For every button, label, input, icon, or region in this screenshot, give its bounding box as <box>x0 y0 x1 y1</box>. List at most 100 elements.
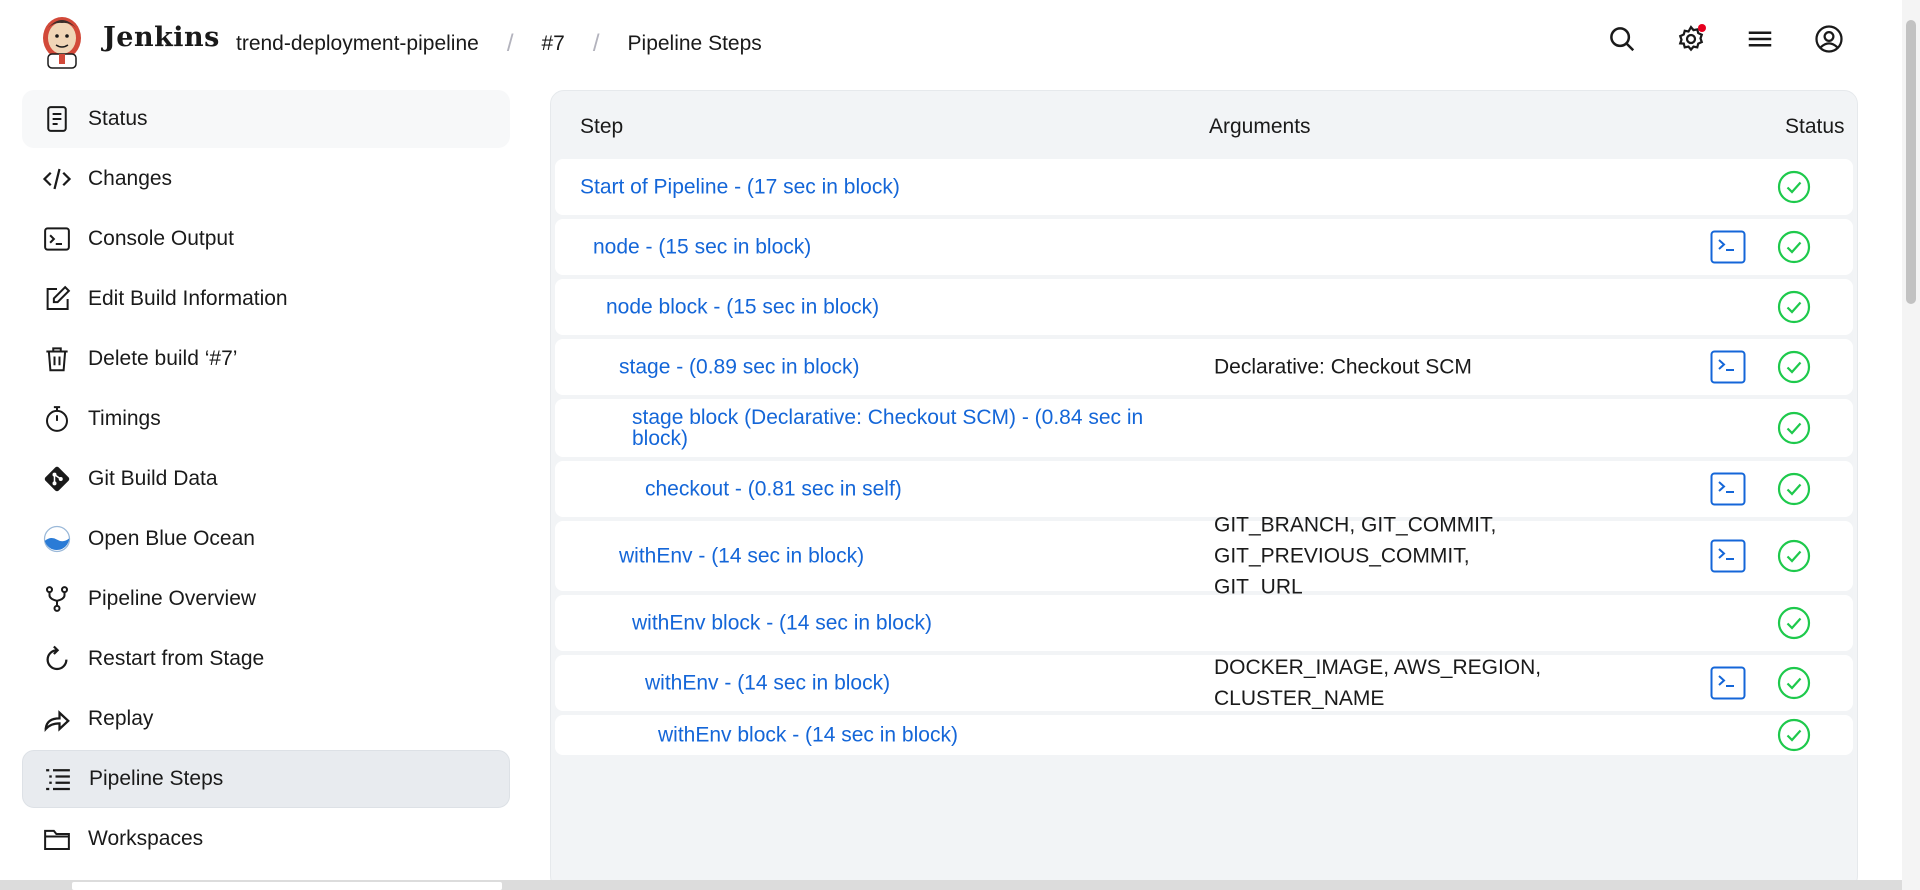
console-output-button[interactable] <box>1710 230 1746 264</box>
horizontal-scrollbar[interactable] <box>0 880 1902 890</box>
column-header-arguments: Arguments <box>1209 115 1311 138</box>
restart-icon <box>40 642 74 676</box>
stopwatch-icon <box>40 402 74 436</box>
sidebar-item-changes[interactable]: Changes <box>22 150 510 208</box>
success-status-icon[interactable] <box>1777 718 1811 752</box>
menu-icon <box>1745 24 1775 59</box>
check-circle-icon <box>1777 666 1811 700</box>
sidebar-item-status[interactable]: Status <box>22 90 510 148</box>
check-circle-icon <box>1777 350 1811 384</box>
console-output-button[interactable] <box>1710 350 1746 384</box>
column-header-status: Status <box>1785 115 1845 138</box>
sidebar-item-edit-build-information[interactable]: Edit Build Information <box>22 270 510 328</box>
step-link[interactable]: withEnv - (14 sec in block) <box>619 546 864 567</box>
table-row: stage - (0.89 sec in block) Declarative: … <box>555 339 1853 395</box>
breadcrumb-job[interactable]: trend-deployment-pipeline <box>236 32 479 56</box>
sidebar-item-label: Delete build ‘#7’ <box>88 347 238 370</box>
vertical-scrollbar-thumb[interactable] <box>1906 20 1916 304</box>
table-row: withEnv block - (14 sec in block) <box>555 715 1853 755</box>
trash-icon <box>40 342 74 376</box>
sidebar-item-label: Status <box>88 107 148 130</box>
code-icon <box>40 162 74 196</box>
sidebar-item-label: Timings <box>88 407 161 430</box>
sidebar-item-label: Edit Build Information <box>88 287 288 310</box>
app-brand[interactable]: Jenkins <box>103 22 220 53</box>
pipeline-fork-icon <box>40 582 74 616</box>
check-circle-icon <box>1777 472 1811 506</box>
step-link[interactable]: node - (15 sec in block) <box>593 237 811 258</box>
menu-button[interactable] <box>1743 24 1777 58</box>
jenkins-logo-icon[interactable] <box>40 14 84 70</box>
breadcrumb-separator: / <box>592 30 600 57</box>
sidebar-item-workspaces[interactable]: Workspaces <box>22 810 510 868</box>
success-status-icon[interactable] <box>1777 606 1811 640</box>
step-link[interactable]: node block - (15 sec in block) <box>606 297 879 318</box>
top-header: Jenkins trend-deployment-pipeline / #7 /… <box>0 0 1900 84</box>
status-icon <box>40 102 74 136</box>
sidebar-item-console-output[interactable]: Console Output <box>22 210 510 268</box>
table-row: withEnv - (14 sec in block) GIT_BRANCH, G… <box>555 514 1853 599</box>
step-link[interactable]: withEnv block - (14 sec in block) <box>632 613 932 634</box>
sidebar-item-pipeline-overview[interactable]: Pipeline Overview <box>22 570 510 628</box>
notification-dot <box>1698 24 1706 32</box>
console-output-button[interactable] <box>1710 472 1746 506</box>
success-status-icon[interactable] <box>1777 539 1811 573</box>
console-output-button[interactable] <box>1710 539 1746 573</box>
breadcrumb: trend-deployment-pipeline / #7 / Pipelin… <box>236 30 762 58</box>
horizontal-scrollbar-thumb[interactable] <box>72 882 502 890</box>
terminal-icon <box>40 222 74 256</box>
step-link[interactable]: checkout - (0.81 sec in self) <box>645 479 902 500</box>
terminal-icon <box>1710 350 1746 384</box>
step-link[interactable]: stage - (0.89 sec in block) <box>619 357 859 378</box>
table-header: Step Arguments Status <box>551 91 1857 159</box>
sidebar-item-label: Git Build Data <box>88 467 218 490</box>
table-row: node block - (15 sec in block) <box>555 279 1853 335</box>
sidebar-item-label: Changes <box>88 167 173 190</box>
sidebar-item-git-build-data[interactable]: Git Build Data <box>22 450 510 508</box>
breadcrumb-current[interactable]: Pipeline Steps <box>628 32 762 56</box>
success-status-icon[interactable] <box>1777 666 1811 700</box>
sidebar-item-label: Pipeline Steps <box>89 767 224 790</box>
step-link[interactable]: stage block (Declarative: Checkout SCM) … <box>632 407 1152 449</box>
success-status-icon[interactable] <box>1777 290 1811 324</box>
search-button[interactable] <box>1605 24 1639 58</box>
table-body: Start of Pipeline - (17 sec in block) nod… <box>555 159 1853 759</box>
table-row: withEnv - (14 sec in block) DOCKER_IMAGE,… <box>555 655 1853 711</box>
step-link[interactable]: Start of Pipeline - (17 sec in block) <box>580 177 900 198</box>
breadcrumb-build[interactable]: #7 <box>541 32 564 56</box>
search-icon <box>1607 24 1637 59</box>
sidebar-item-label: Replay <box>88 707 154 730</box>
settings-button[interactable] <box>1674 24 1708 58</box>
terminal-icon <box>1710 230 1746 264</box>
success-status-icon[interactable] <box>1777 411 1811 445</box>
check-circle-icon <box>1777 230 1811 264</box>
breadcrumb-separator: / <box>506 30 514 57</box>
user-icon <box>1814 24 1844 59</box>
success-status-icon[interactable] <box>1777 170 1811 204</box>
console-output-button[interactable] <box>1710 666 1746 700</box>
check-circle-icon <box>1777 718 1811 752</box>
sidebar-item-label: Pipeline Overview <box>88 587 257 610</box>
success-status-icon[interactable] <box>1777 350 1811 384</box>
sidebar-item-timings[interactable]: Timings <box>22 390 510 448</box>
sidebar-item-open-blue-ocean[interactable]: Open Blue Ocean <box>22 510 510 568</box>
table-row: node - (15 sec in block) <box>555 219 1853 275</box>
table-row: Start of Pipeline - (17 sec in block) <box>555 159 1853 215</box>
sidebar: Status Changes Console Output Edit Build… <box>22 90 510 870</box>
check-circle-icon <box>1777 170 1811 204</box>
vertical-scrollbar[interactable] <box>1902 0 1920 890</box>
success-status-icon[interactable] <box>1777 472 1811 506</box>
sidebar-item-delete-build[interactable]: Delete build ‘#7’ <box>22 330 510 388</box>
sidebar-item-replay[interactable]: Replay <box>22 690 510 748</box>
edit-icon <box>40 282 74 316</box>
check-circle-icon <box>1777 606 1811 640</box>
user-button[interactable] <box>1812 24 1846 58</box>
blue-ocean-icon <box>40 522 74 556</box>
sidebar-item-pipeline-steps[interactable]: Pipeline Steps <box>22 750 510 808</box>
column-header-step: Step <box>580 115 624 138</box>
check-circle-icon <box>1777 411 1811 445</box>
step-link[interactable]: withEnv block - (14 sec in block) <box>658 725 958 746</box>
step-link[interactable]: withEnv - (14 sec in block) <box>645 673 890 694</box>
sidebar-item-restart-from-stage[interactable]: Restart from Stage <box>22 630 510 688</box>
success-status-icon[interactable] <box>1777 230 1811 264</box>
